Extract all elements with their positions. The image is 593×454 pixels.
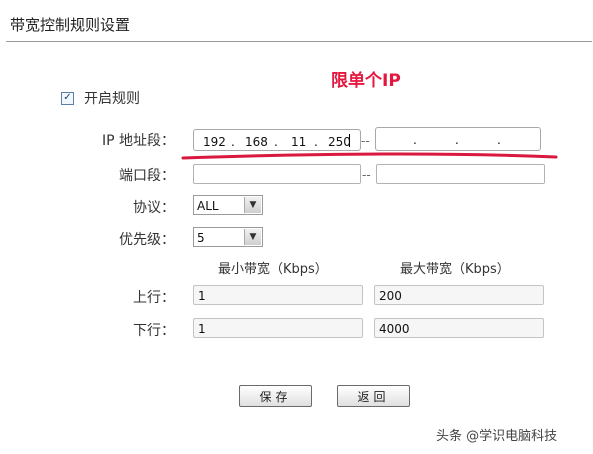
upload-label: 上行： [133, 290, 175, 306]
priority-value: 5 [197, 231, 205, 245]
upload-min-input[interactable]: 1 [193, 285, 363, 305]
download-max-input[interactable]: 4000 [374, 318, 544, 338]
chevron-down-icon[interactable]: ▼ [244, 197, 261, 213]
port-range-separator: -- [362, 168, 371, 182]
download-min-input[interactable]: 1 [193, 318, 363, 338]
protocol-label: 协议： [133, 200, 175, 216]
port-start-input[interactable] [193, 164, 361, 184]
save-button[interactable]: 保存 [239, 385, 312, 407]
protocol-value: ALL [197, 199, 219, 213]
chevron-down-icon[interactable]: ▼ [244, 229, 261, 245]
back-button[interactable]: 返回 [337, 385, 410, 407]
upload-max-input[interactable]: 200 [374, 285, 544, 305]
port-end-input[interactable] [376, 164, 545, 184]
max-bandwidth-header: 最大带宽（Kbps） [400, 262, 510, 277]
watermark-text: 头条 @学识电脑科技 [436, 429, 558, 444]
min-bandwidth-header: 最小带宽（Kbps） [218, 262, 328, 277]
port-range-label: 端口段： [119, 168, 175, 184]
priority-label: 优先级： [119, 232, 175, 248]
priority-select[interactable]: 5 ▼ [193, 227, 263, 247]
protocol-select[interactable]: ALL ▼ [193, 195, 263, 215]
download-label: 下行： [133, 323, 175, 339]
